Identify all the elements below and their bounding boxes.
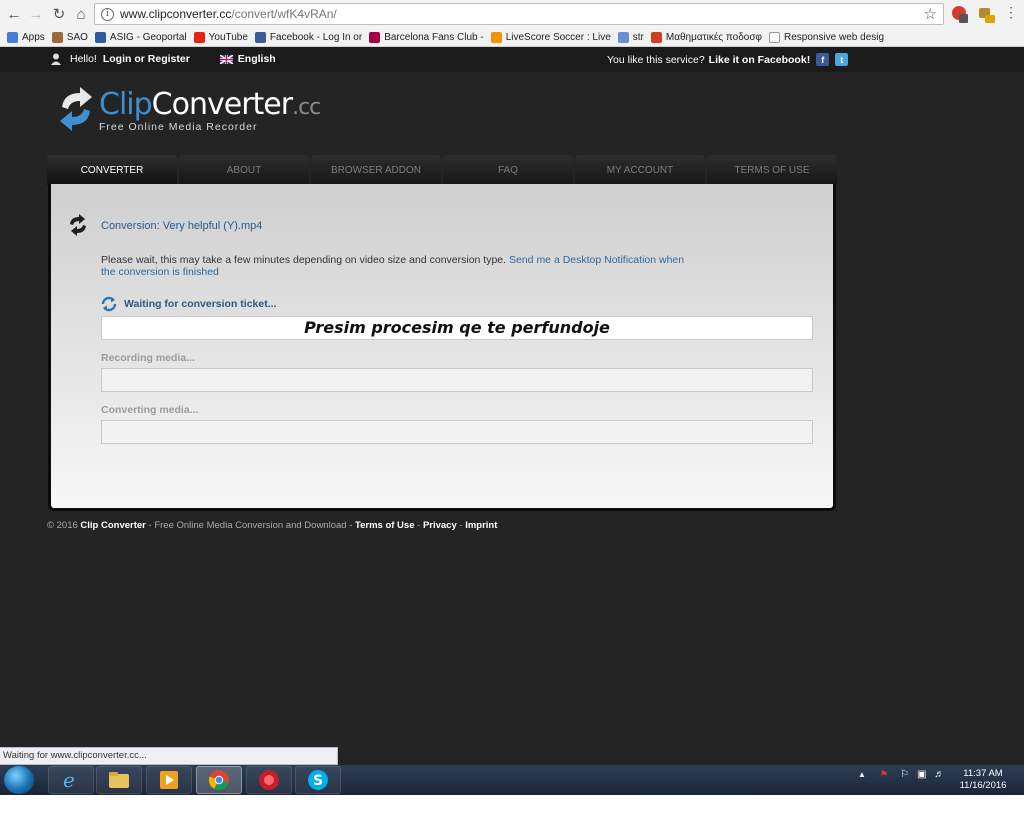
extension-gold-icon[interactable] (976, 4, 996, 24)
tab-my-account[interactable]: MY ACCOUNT (575, 155, 705, 185)
converting-label: Converting media... (101, 404, 199, 416)
svg-text:S: S (313, 773, 323, 789)
bookmark-responsive[interactable]: Responsive web desig (768, 31, 884, 43)
main-nav: CONVERTER ABOUT BROWSER ADDON FAQ MY ACC… (47, 155, 837, 185)
sao-icon (51, 31, 63, 43)
refresh-spinner-icon (101, 296, 117, 312)
barcelona-icon (369, 31, 381, 43)
record-icon (259, 770, 279, 790)
bookmarks-bar: Apps SAO ASIG - Geoportal YouTube Facebo… (0, 28, 1024, 47)
bookmark-youtube[interactable]: YouTube (193, 31, 248, 43)
str-icon (617, 31, 629, 43)
volume-icon[interactable]: ♬ (934, 769, 944, 780)
bottom-margin (0, 795, 1024, 819)
like-facebook-link[interactable]: Like it on Facebook! (709, 54, 811, 66)
bookmark-barcelona[interactable]: Barcelona Fans Club - (369, 31, 484, 43)
explorer-taskbar-button[interactable] (96, 766, 142, 794)
bookmark-str[interactable]: str (617, 31, 644, 43)
media-player-taskbar-button[interactable] (146, 766, 192, 794)
chrome-taskbar-button[interactable] (196, 766, 242, 794)
tab-faq[interactable]: FAQ (443, 155, 573, 185)
bookmark-star-icon[interactable]: ☆ (924, 5, 937, 23)
menu-kebab-icon[interactable]: ⋮ (1004, 4, 1024, 24)
conversion-status: Waiting for conversion ticket... (101, 296, 276, 312)
site-topbar: Hello! Login or Register English You lik… (0, 47, 1024, 72)
language-selector[interactable]: English (238, 53, 276, 65)
like-text: You like this service? (607, 53, 705, 66)
facebook-share-icon[interactable]: f (816, 53, 830, 66)
url-path: /convert/wfK4vRAn/ (231, 7, 337, 21)
home-icon[interactable]: ⌂ (70, 3, 92, 25)
processing-message: Presim procesim qe te perfundoje (304, 318, 610, 337)
tab-about[interactable]: ABOUT (179, 155, 309, 185)
media-player-icon (160, 771, 178, 789)
apps-grid-icon (7, 31, 18, 43)
extension-red-icon[interactable] (950, 4, 970, 24)
address-bar[interactable]: i www.clipconverter.cc/convert/wfK4vRAn/… (94, 3, 944, 25)
start-button[interactable] (4, 766, 34, 794)
youtube-icon (193, 31, 205, 43)
bookmark-livescore[interactable]: LiveScore Soccer : Live (490, 31, 611, 43)
asig-icon (94, 31, 106, 43)
convert-arrows-icon (70, 214, 86, 236)
recording-progress (101, 368, 813, 392)
logo-arrows-icon (60, 87, 92, 131)
reload-icon[interactable]: ↻ (48, 3, 70, 25)
converting-progress (101, 420, 813, 444)
web-page: Hello! Login or Register English You lik… (0, 47, 1024, 765)
logo-tagline: Free Online Media Recorder (99, 121, 258, 133)
site-footer: © 2016 Clip Converter - Free Online Medi… (47, 520, 498, 531)
logo-wordmark: ClipConverter.cc (99, 87, 321, 122)
bookmark-sao[interactable]: SAO (51, 31, 88, 43)
skype-taskbar-button[interactable]: S (295, 766, 341, 794)
network-icon[interactable]: ▣ (917, 769, 926, 780)
bookmark-apps[interactable]: Apps (7, 31, 45, 43)
footer-imprint-link[interactable]: Imprint (465, 520, 497, 531)
uk-flag-icon (219, 54, 233, 64)
tab-terms-of-use[interactable]: TERMS OF USE (707, 155, 837, 185)
flag-icon[interactable]: ⚑ (880, 769, 888, 780)
site-info-icon[interactable]: i (101, 7, 114, 21)
chrome-icon (208, 770, 229, 791)
taskbar-clock[interactable]: 11:37 AM 11/16/2016 (953, 768, 1013, 792)
page-icon (768, 31, 780, 43)
show-hidden-icons-icon[interactable]: ▲ (858, 770, 866, 779)
folder-icon (109, 772, 129, 788)
footer-terms-link[interactable]: Terms of Use (355, 520, 414, 531)
user-icon (51, 53, 61, 65)
greek-football-icon (650, 31, 662, 43)
ie-icon: e (63, 769, 75, 791)
browser-toolbar: ← → ↻ ⌂ i www.clipconverter.cc/convert/w… (0, 0, 1024, 28)
action-center-icon[interactable]: ⚐ (900, 769, 909, 780)
system-tray: ▲ ⚑ ⚐ ▣ ♬ (858, 769, 944, 780)
twitter-share-icon[interactable]: t (835, 53, 849, 66)
clipconverter-logo[interactable]: ClipConverter.cc Free Online Media Recor… (58, 85, 321, 135)
skype-icon: S (308, 770, 328, 790)
tab-converter[interactable]: CONVERTER (47, 155, 177, 185)
footer-privacy-link[interactable]: Privacy (423, 520, 457, 531)
bookmark-greek-football[interactable]: Μαθηματικές ποδοσφ (650, 31, 762, 43)
facebook-icon (254, 31, 266, 43)
url-host: www.clipconverter.cc (120, 7, 232, 21)
svg-text:e: e (63, 769, 75, 791)
tab-browser-addon[interactable]: BROWSER ADDON (311, 155, 441, 185)
windows-taskbar: e S ▲ ⚑ ⚐ ▣ ♬ 11:37 AM 11/16/2016 (0, 765, 1024, 795)
recorder-taskbar-button[interactable] (246, 766, 292, 794)
footer-brand-link[interactable]: Clip Converter (80, 520, 145, 531)
recording-label: Recording media... (101, 352, 195, 364)
livescore-icon (490, 31, 502, 43)
conversion-ticket-progress: Presim procesim qe te perfundoje (101, 316, 813, 340)
conversion-title: Conversion: Very helpful (Y).mp4 (101, 220, 263, 232)
browser-status-bar: Waiting for www.clipconverter.cc... (0, 747, 338, 765)
back-arrow-icon[interactable]: ← (3, 3, 25, 25)
greeting-text: Hello! (70, 53, 97, 65)
forward-arrow-icon[interactable]: → (25, 3, 47, 25)
login-register-link[interactable]: Login or Register (103, 53, 190, 65)
conversion-panel: Conversion: Very helpful (Y).mp4 Please … (48, 184, 836, 511)
bookmark-facebook[interactable]: Facebook - Log In or (254, 31, 362, 43)
bookmark-asig[interactable]: ASIG - Geoportal (94, 31, 187, 43)
wait-notice: Please wait, this may take a few minutes… (101, 254, 685, 278)
ie-taskbar-button[interactable]: e (48, 766, 94, 794)
